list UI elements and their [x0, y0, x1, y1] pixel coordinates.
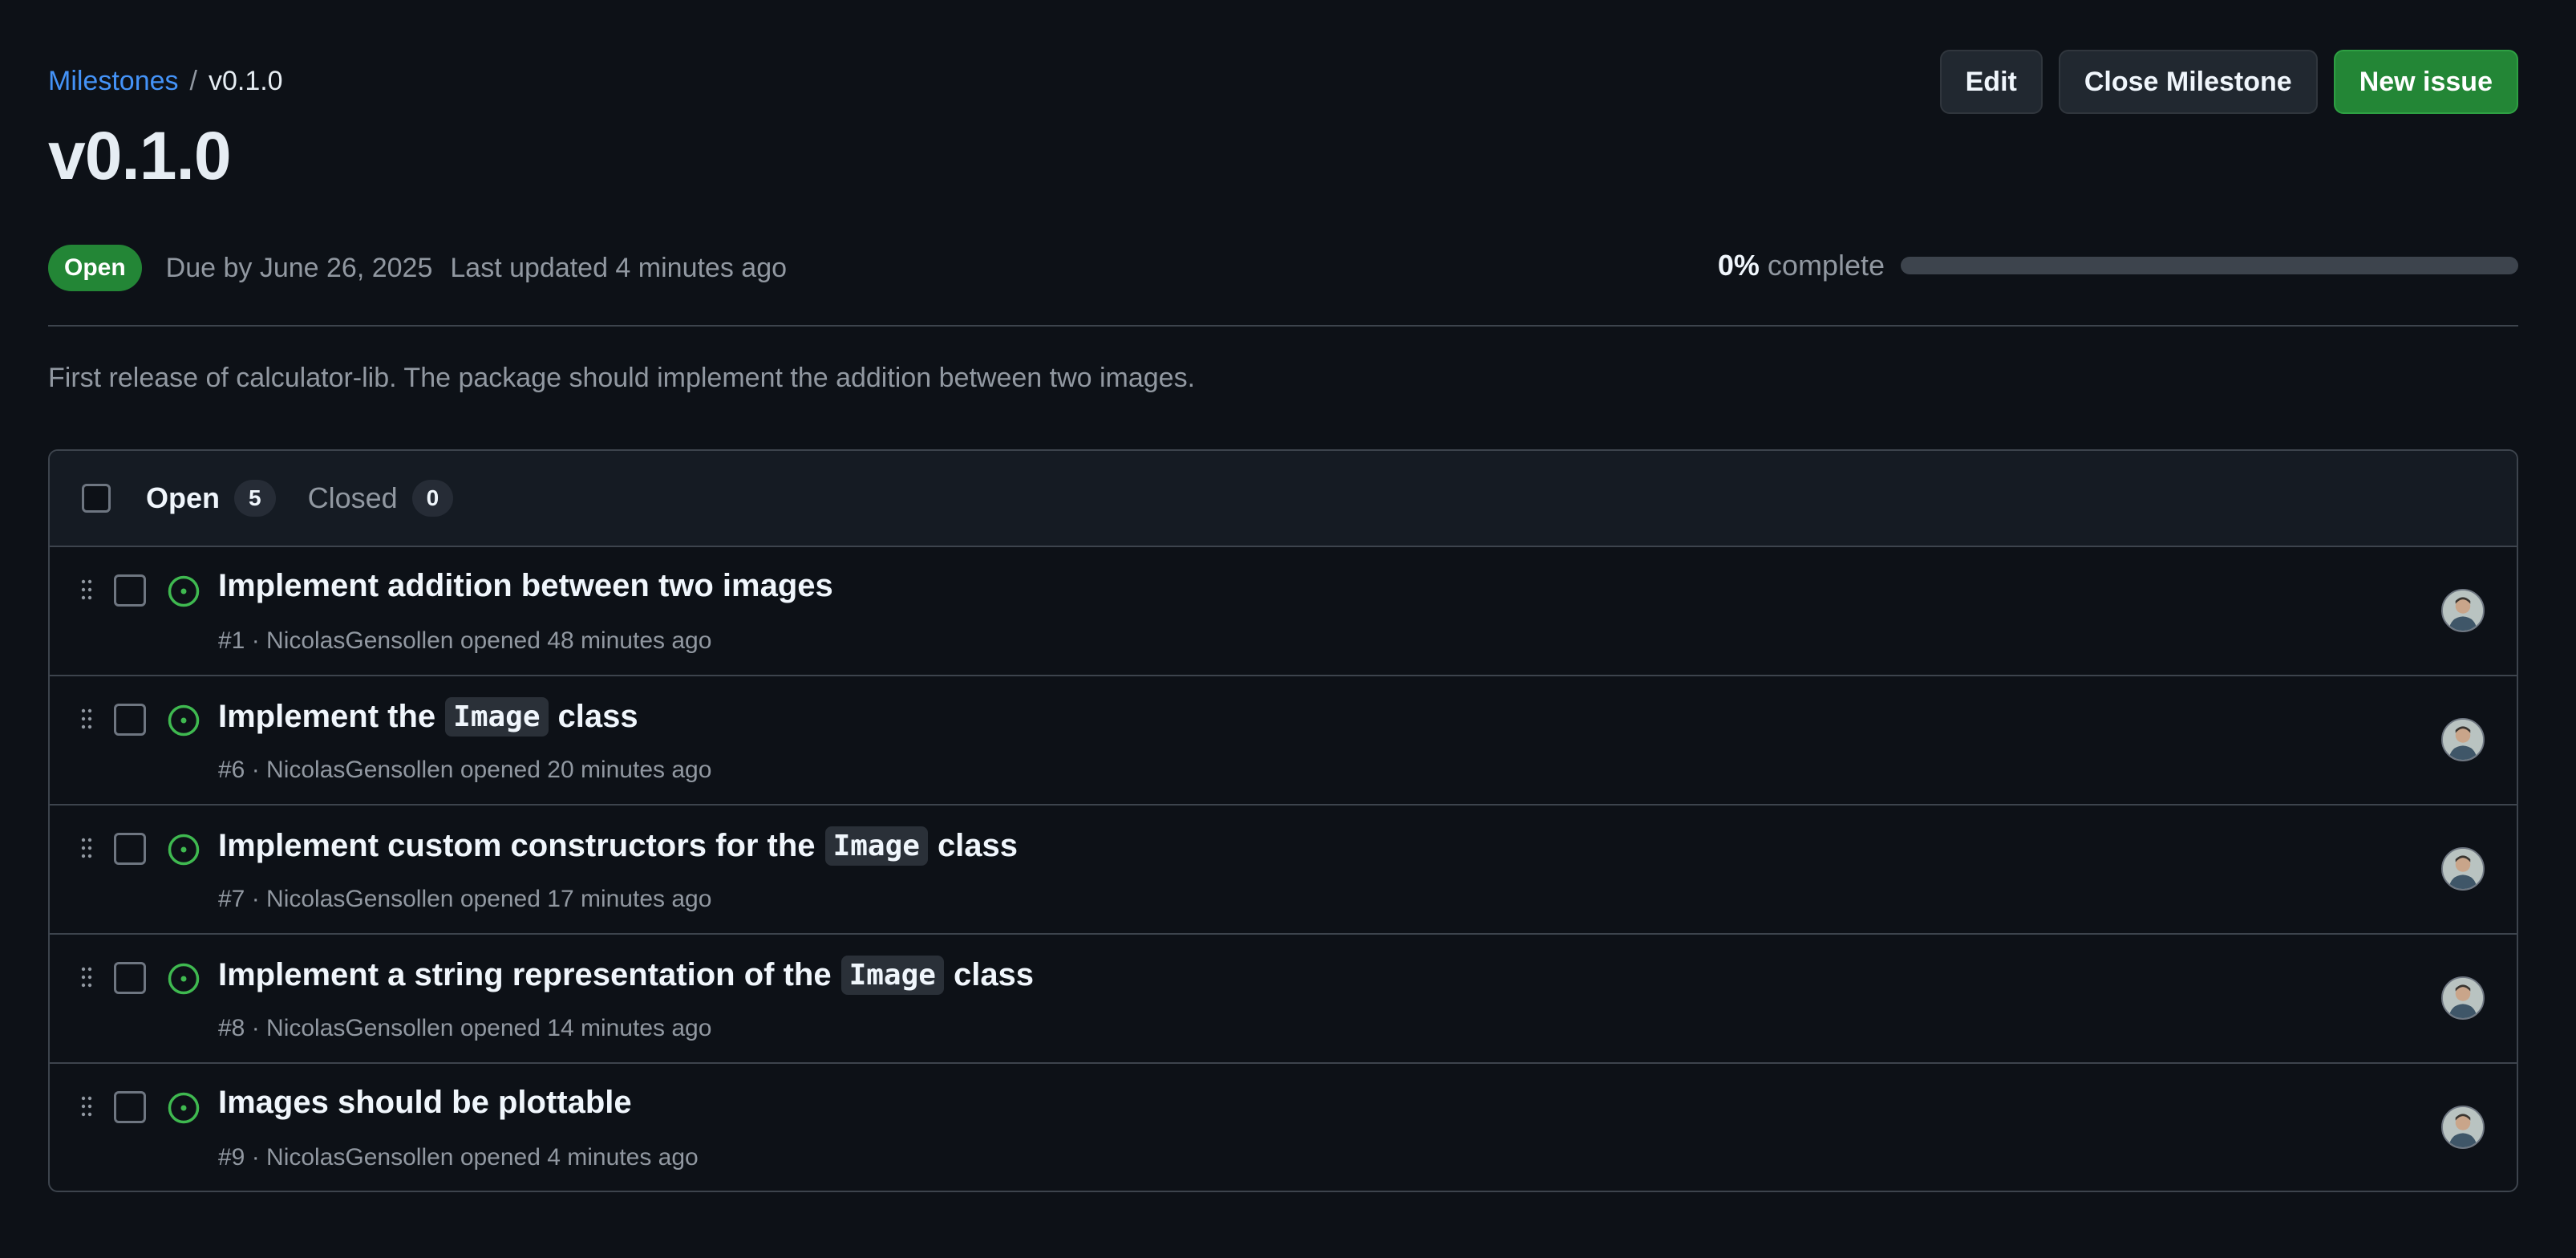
issue-meta: #6 · NicolasGensollen opened 20 minutes …	[218, 757, 712, 783]
issue-title-link[interactable]: Implement custom constructors for the Im…	[218, 826, 1018, 866]
tab-open-count: 5	[234, 480, 276, 517]
breadcrumb-separator: /	[189, 66, 197, 96]
divider	[48, 325, 2518, 327]
issue-title-text: Implement a string representation of the	[218, 957, 832, 992]
progress-percent: 0%	[1717, 249, 1760, 282]
issue-title-text: class	[557, 699, 638, 734]
grabber-icon[interactable]	[80, 708, 93, 729]
grabber-icon[interactable]	[80, 579, 93, 600]
issue-title-text: Implement the	[218, 699, 436, 734]
issue-meta: #1 · NicolasGensollen opened 48 minutes …	[218, 627, 712, 654]
issue-checkbox[interactable]	[114, 962, 146, 994]
user-avatar[interactable]	[2441, 718, 2485, 761]
issue-meta: #8 · NicolasGensollen opened 14 minutes …	[218, 1015, 712, 1041]
breadcrumb-milestones-link[interactable]: Milestones	[48, 66, 179, 97]
issue-checkbox[interactable]	[114, 574, 146, 607]
issue-title-text: class	[953, 957, 1035, 992]
table-row: Implement addition between two images #1…	[50, 547, 2517, 676]
issue-opened-icon	[168, 963, 200, 995]
issue-opened-icon	[168, 575, 200, 607]
tab-open[interactable]: Open 5	[146, 480, 276, 517]
grabber-icon[interactable]	[80, 967, 93, 988]
breadcrumb: Milestones / v0.1.0	[48, 66, 283, 97]
milestone-description: First release of calculator-lib. The pac…	[48, 363, 1196, 393]
close-milestone-button[interactable]: Close Milestone	[2058, 50, 2318, 114]
issues-list-header: Open 5 Closed 0	[50, 451, 2517, 547]
issue-checkbox[interactable]	[114, 1091, 146, 1123]
tab-closed[interactable]: Closed 0	[308, 480, 454, 517]
issue-meta: #7 · NicolasGensollen opened 17 minutes …	[218, 886, 712, 912]
new-issue-button[interactable]: New issue	[2333, 50, 2518, 114]
inline-code: Image	[445, 697, 549, 737]
table-row: Images should be plottable #9 · NicolasG…	[50, 1064, 2517, 1191]
issue-checkbox[interactable]	[114, 704, 146, 736]
tab-closed-count: 0	[411, 480, 454, 517]
issue-checkbox[interactable]	[114, 833, 146, 865]
issue-title-link[interactable]: Implement the Image class	[218, 697, 638, 737]
issue-opened-icon	[168, 704, 200, 737]
status-badge: Open	[48, 245, 142, 291]
inline-code: Image	[840, 956, 944, 995]
issue-title-text: Images should be plottable	[218, 1085, 632, 1120]
grabber-icon[interactable]	[80, 1096, 93, 1117]
inline-code: Image	[824, 826, 928, 866]
select-all-checkbox[interactable]	[82, 484, 111, 513]
table-row: Implement custom constructors for the Im…	[50, 806, 2517, 935]
progress-bar	[1901, 257, 2518, 274]
milestone-page: Milestones / v0.1.0 v0.1.0 Edit Close Mi…	[0, 0, 2576, 1258]
grabber-icon[interactable]	[80, 838, 93, 858]
breadcrumb-current: v0.1.0	[208, 66, 283, 96]
issue-meta: #9 · NicolasGensollen opened 4 minutes a…	[218, 1144, 699, 1171]
issue-title-text: Implement addition between two images	[218, 568, 833, 603]
issues-list: Open 5 Closed 0 Implement addition betwe…	[48, 449, 2518, 1192]
user-avatar[interactable]	[2441, 847, 2485, 891]
table-row: Implement a string representation of the…	[50, 935, 2517, 1064]
edit-button[interactable]: Edit	[1939, 50, 2043, 114]
table-row: Implement the Image class #6 · NicolasGe…	[50, 676, 2517, 806]
issue-opened-icon	[168, 1092, 200, 1124]
progress-label: 0% complete	[1718, 249, 1885, 282]
progress-word: complete	[1767, 249, 1885, 282]
issue-title-link[interactable]: Implement addition between two images	[218, 568, 833, 604]
issue-opened-icon	[168, 834, 200, 866]
user-avatar[interactable]	[2441, 976, 2485, 1020]
user-avatar[interactable]	[2441, 1106, 2485, 1149]
issue-title-link[interactable]: Images should be plottable	[218, 1085, 632, 1121]
last-updated: Last updated 4 minutes ago	[450, 252, 788, 283]
milestone-actions: Edit Close Milestone New issue	[1939, 50, 2518, 114]
tab-closed-label: Closed	[307, 481, 398, 514]
user-avatar[interactable]	[2441, 589, 2485, 632]
issue-title-text: class	[937, 828, 1019, 863]
issue-title-link[interactable]: Implement a string representation of the…	[218, 956, 1034, 995]
milestone-progress: 0% complete	[1718, 249, 2518, 282]
milestone-meta: Open Due by June 26, 2025 Last updated 4…	[48, 245, 787, 291]
due-date: Due by June 26, 2025	[165, 252, 433, 283]
tab-open-label: Open	[146, 481, 221, 514]
issue-title-text: Implement custom constructors for the	[218, 828, 816, 863]
page-title: v0.1.0	[48, 118, 232, 193]
